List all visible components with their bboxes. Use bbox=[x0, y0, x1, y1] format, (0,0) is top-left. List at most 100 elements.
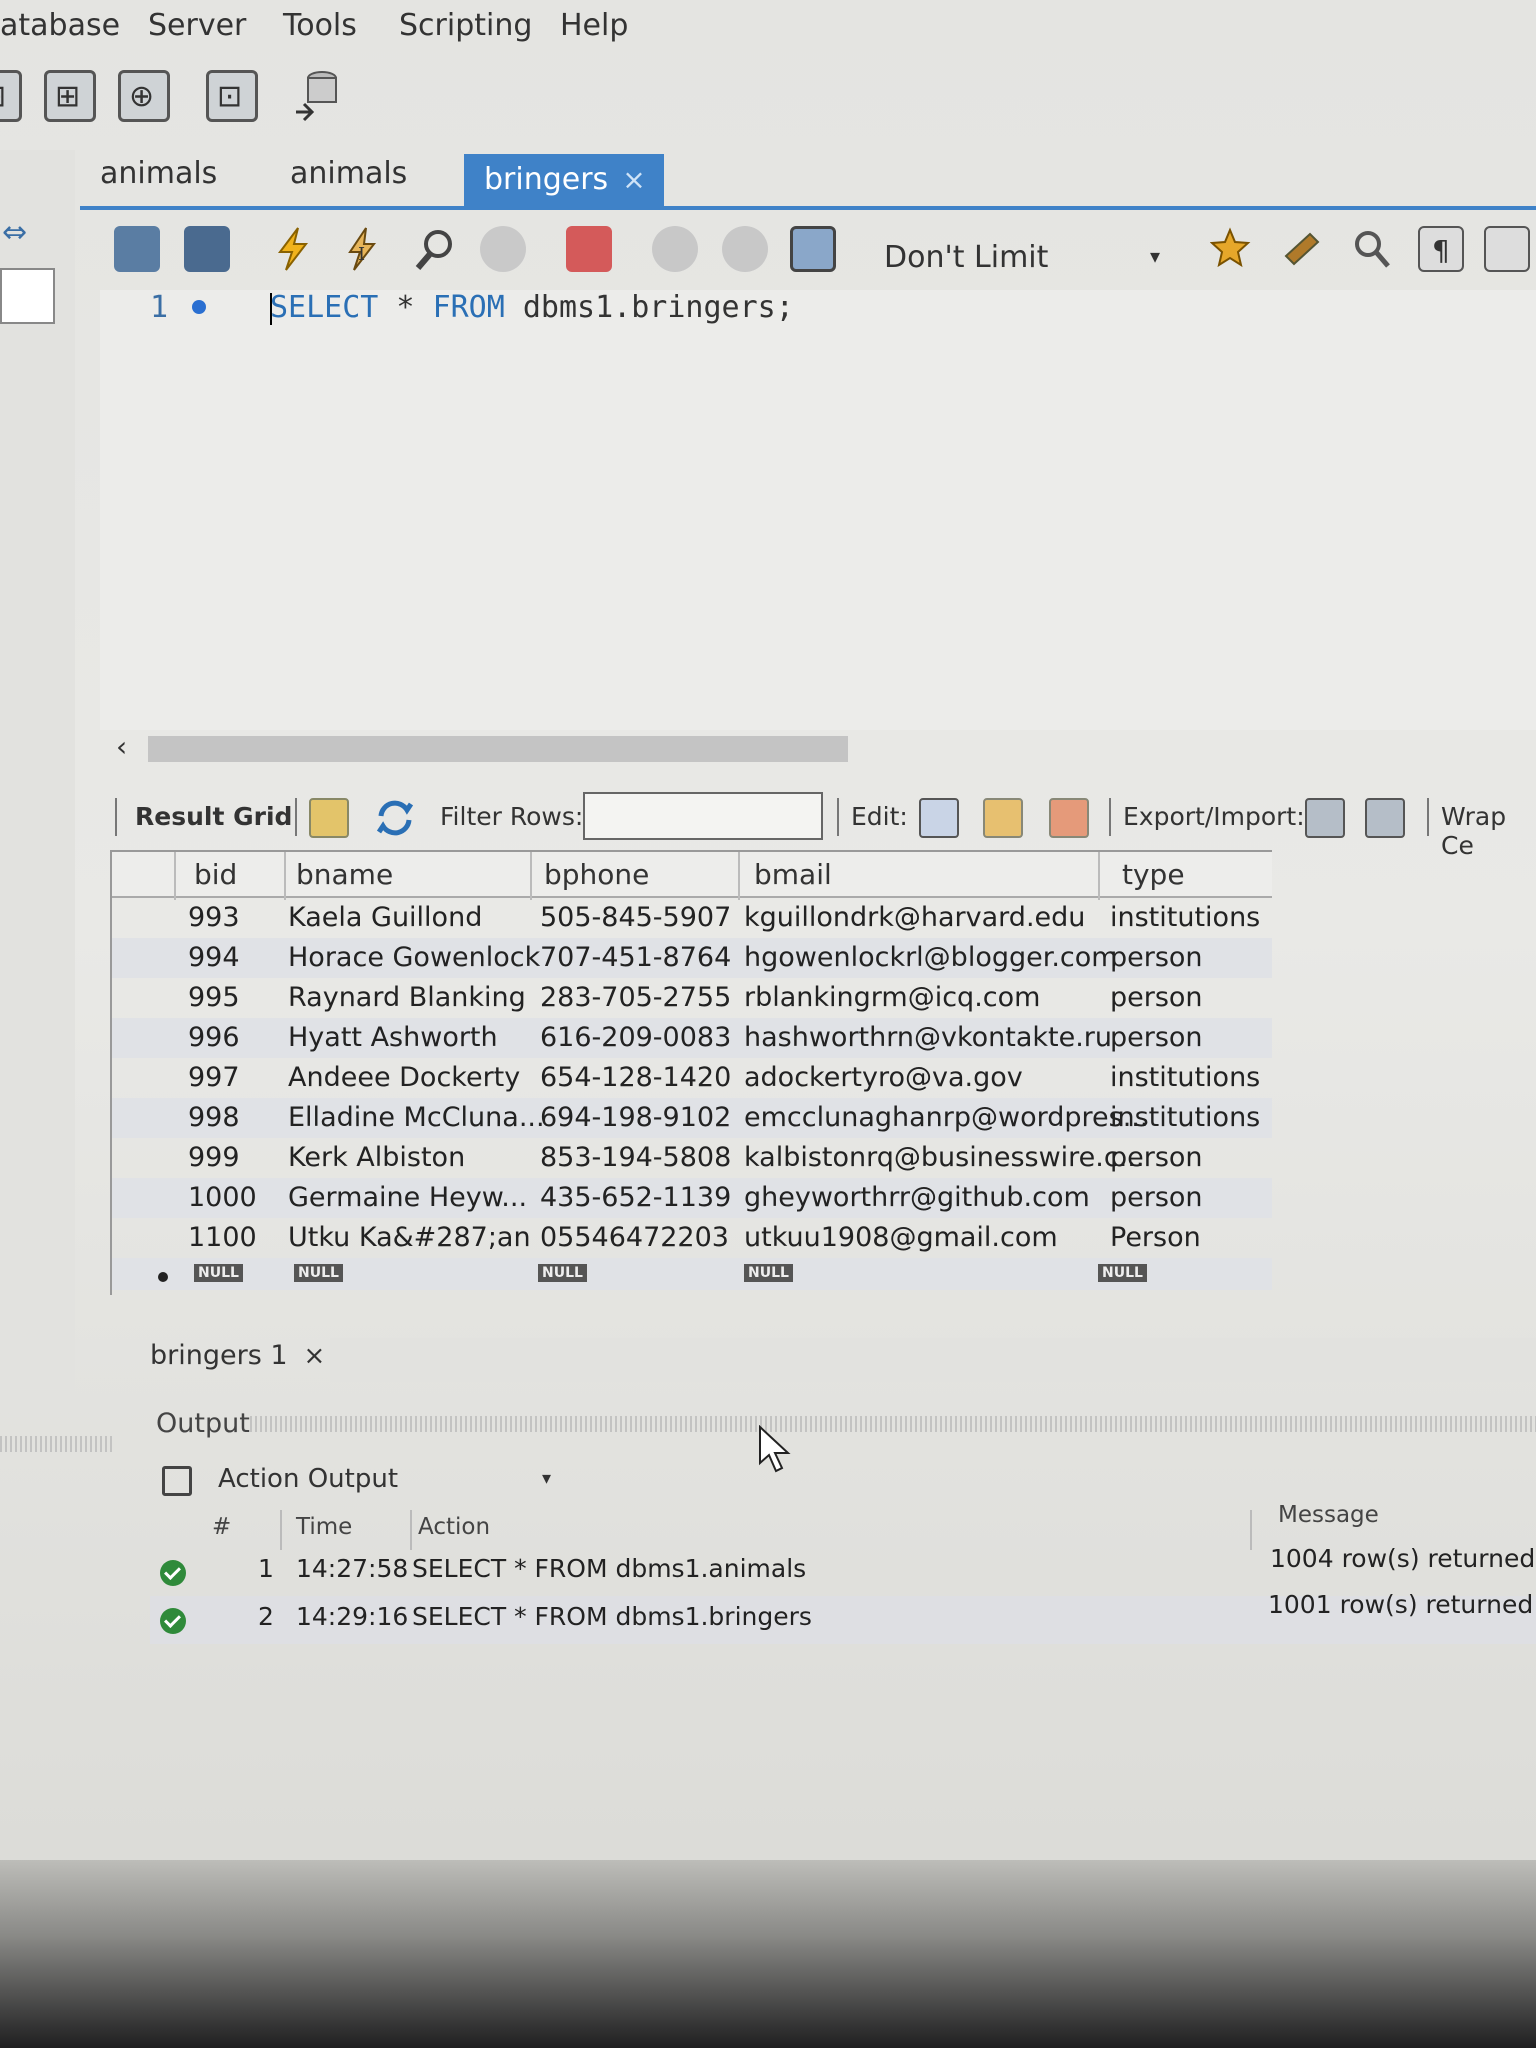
cell-bphone[interactable]: 707-451-8764 bbox=[540, 942, 731, 973]
cell-bid[interactable]: 998 bbox=[188, 1102, 240, 1133]
null-cell[interactable]: NULL bbox=[294, 1264, 343, 1282]
bookmark-star-icon[interactable] bbox=[1209, 226, 1256, 272]
open-file-icon[interactable] bbox=[114, 226, 160, 272]
cell-bmail[interactable]: rblankingrm@icq.com bbox=[744, 982, 1040, 1013]
cell-bname[interactable]: Kerk Albiston bbox=[288, 1142, 465, 1173]
null-cell[interactable]: NULL bbox=[744, 1264, 793, 1282]
cell-type[interactable]: person bbox=[1110, 942, 1203, 973]
cell-type[interactable]: person bbox=[1110, 1182, 1203, 1213]
result-tab-bringers-1[interactable]: bringers 1 × bbox=[150, 1340, 325, 1371]
cell-bid[interactable]: 1100 bbox=[188, 1222, 257, 1253]
cell-type[interactable]: institutions bbox=[1110, 902, 1260, 933]
cell-bname[interactable]: Utku Ka&#287;an bbox=[288, 1222, 531, 1253]
table-row[interactable]: 997 Andeee Dockerty 654-128-1420 adocker… bbox=[112, 1058, 1272, 1098]
cell-bid[interactable]: 997 bbox=[188, 1062, 240, 1093]
cell-bphone[interactable]: 505-845-5907 bbox=[540, 902, 731, 933]
navigator-search-box[interactable] bbox=[0, 268, 55, 324]
beautify-icon[interactable] bbox=[1280, 226, 1326, 272]
tab-bringers[interactable]: bringers × bbox=[464, 154, 664, 208]
col-header-bname[interactable]: bname bbox=[296, 858, 393, 891]
output-selector[interactable]: Action Output ▾ bbox=[162, 1460, 592, 1504]
refresh-icon[interactable] bbox=[375, 798, 415, 838]
toggle-error-icon[interactable] bbox=[566, 226, 612, 272]
output-splitter[interactable] bbox=[250, 1416, 1536, 1432]
rollback-icon[interactable] bbox=[722, 226, 768, 272]
scroll-thumb[interactable] bbox=[148, 736, 848, 762]
stop-icon[interactable] bbox=[480, 226, 526, 272]
col-header-bmail[interactable]: bmail bbox=[754, 858, 832, 891]
add-schema-icon[interactable]: ⊞ bbox=[44, 70, 96, 122]
cell-bname[interactable]: Kaela Guillond bbox=[288, 902, 482, 933]
new-row[interactable]: NULL NULL NULL NULL NULL bbox=[112, 1258, 1272, 1290]
cell-type[interactable]: institutions bbox=[1110, 1102, 1260, 1133]
cell-bmail[interactable]: kguillondrk@harvard.edu bbox=[744, 902, 1085, 933]
import-icon[interactable] bbox=[1365, 798, 1405, 838]
table-row[interactable]: 1000 Germaine Heyw... 435-652-1139 gheyw… bbox=[112, 1178, 1272, 1218]
cell-bid[interactable]: 1000 bbox=[188, 1182, 257, 1213]
cell-bmail[interactable]: gheyworthrr@github.com bbox=[744, 1182, 1090, 1213]
cell-bid[interactable]: 993 bbox=[188, 902, 240, 933]
output-row[interactable]: 2 14:29:16 SELECT * FROM dbms1.bringers … bbox=[150, 1590, 1536, 1644]
cell-bmail[interactable]: utkuu1908@gmail.com bbox=[744, 1222, 1058, 1253]
cell-bphone[interactable]: 283-705-2755 bbox=[540, 982, 731, 1013]
cell-bphone[interactable]: 694-198-9102 bbox=[540, 1102, 731, 1133]
navigator-refresh-icon[interactable]: ⇔ bbox=[2, 215, 27, 250]
cell-bname[interactable]: Hyatt Ashworth bbox=[288, 1022, 498, 1053]
cell-type[interactable]: person bbox=[1110, 1022, 1203, 1053]
limit-caret-icon[interactable]: ▾ bbox=[1150, 244, 1160, 268]
scroll-left-icon[interactable]: ‹ bbox=[116, 730, 127, 763]
edit-row-icon[interactable] bbox=[919, 798, 959, 838]
table-row[interactable]: 996 Hyatt Ashworth 616-209-0083 hashwort… bbox=[112, 1018, 1272, 1058]
cell-type[interactable]: person bbox=[1110, 982, 1203, 1013]
explain-icon[interactable] bbox=[412, 226, 458, 272]
menu-server[interactable]: Server bbox=[148, 8, 246, 43]
null-cell[interactable]: NULL bbox=[194, 1264, 243, 1282]
tab-animals-1[interactable]: animals bbox=[100, 156, 217, 191]
col-header-type[interactable]: type bbox=[1122, 858, 1185, 891]
invisible-chars-icon[interactable]: ¶ bbox=[1418, 226, 1464, 272]
cell-type[interactable]: institutions bbox=[1110, 1062, 1260, 1093]
cell-bid[interactable]: 995 bbox=[188, 982, 240, 1013]
add-table-icon[interactable]: ⊕ bbox=[118, 70, 170, 122]
output-caret-icon[interactable]: ▾ bbox=[542, 1468, 551, 1489]
reconnect-db-icon[interactable] bbox=[292, 68, 342, 124]
save-icon[interactable] bbox=[184, 226, 230, 272]
null-cell[interactable]: NULL bbox=[1098, 1264, 1147, 1282]
cell-bname[interactable]: Raynard Blanking bbox=[288, 982, 526, 1013]
limit-select[interactable]: Don't Limit bbox=[884, 240, 1048, 275]
cell-bmail[interactable]: adockertyro@va.gov bbox=[744, 1062, 1023, 1093]
col-header-bid[interactable]: bid bbox=[194, 858, 237, 891]
execute-icon[interactable] bbox=[270, 226, 316, 272]
cell-bphone[interactable]: 435-652-1139 bbox=[540, 1182, 731, 1213]
table-row[interactable]: 993 Kaela Guillond 505-845-5907 kguillon… bbox=[112, 898, 1272, 938]
delete-row-icon[interactable] bbox=[1049, 798, 1089, 838]
wrap-lines-icon[interactable] bbox=[1484, 226, 1530, 272]
cell-bmail[interactable]: kalbistonrq@businesswire.c... bbox=[744, 1142, 1144, 1173]
cell-bphone[interactable]: 853-194-5808 bbox=[540, 1142, 731, 1173]
tab-close-icon[interactable]: × bbox=[622, 163, 645, 196]
commit-icon[interactable] bbox=[652, 226, 698, 272]
new-connection-icon[interactable]: ⊟ bbox=[0, 70, 22, 122]
cell-type[interactable]: Person bbox=[1110, 1222, 1201, 1253]
form-editor-icon[interactable] bbox=[309, 798, 349, 838]
cell-bphone[interactable]: 05546472203 bbox=[540, 1222, 729, 1253]
table-row[interactable]: 994 Horace Gowenlock 707-451-8764 hgowen… bbox=[112, 938, 1272, 978]
filter-rows-input[interactable] bbox=[583, 792, 823, 840]
cell-type[interactable]: person bbox=[1110, 1142, 1203, 1173]
col-header-bphone[interactable]: bphone bbox=[544, 858, 649, 891]
output-row[interactable]: 1 14:27:58 SELECT * FROM dbms1.animals 1… bbox=[150, 1544, 1536, 1596]
sql-editor[interactable]: 1 SELECT * FROM dbms1.bringers; bbox=[100, 290, 1536, 730]
cell-bmail[interactable]: hgowenlockrl@blogger.com bbox=[744, 942, 1118, 973]
table-row[interactable]: 998 Elladine McCluna... 694-198-9102 emc… bbox=[112, 1098, 1272, 1138]
left-splitter[interactable] bbox=[0, 1436, 115, 1452]
menu-database[interactable]: atabase bbox=[0, 8, 120, 43]
cell-bid[interactable]: 994 bbox=[188, 942, 240, 973]
cell-bname[interactable]: Andeee Dockerty bbox=[288, 1062, 520, 1093]
result-tab-close-icon[interactable]: × bbox=[304, 1341, 326, 1371]
cell-bmail[interactable]: hashworthrn@vkontakte.ru bbox=[744, 1022, 1112, 1053]
cell-bname[interactable]: Germaine Heyw... bbox=[288, 1182, 527, 1213]
cell-bphone[interactable]: 616-209-0083 bbox=[540, 1022, 731, 1053]
table-row[interactable]: 995 Raynard Blanking 283-705-2755 rblank… bbox=[112, 978, 1272, 1018]
execute-current-icon[interactable]: I bbox=[340, 226, 386, 272]
menu-tools[interactable]: Tools bbox=[283, 8, 357, 43]
